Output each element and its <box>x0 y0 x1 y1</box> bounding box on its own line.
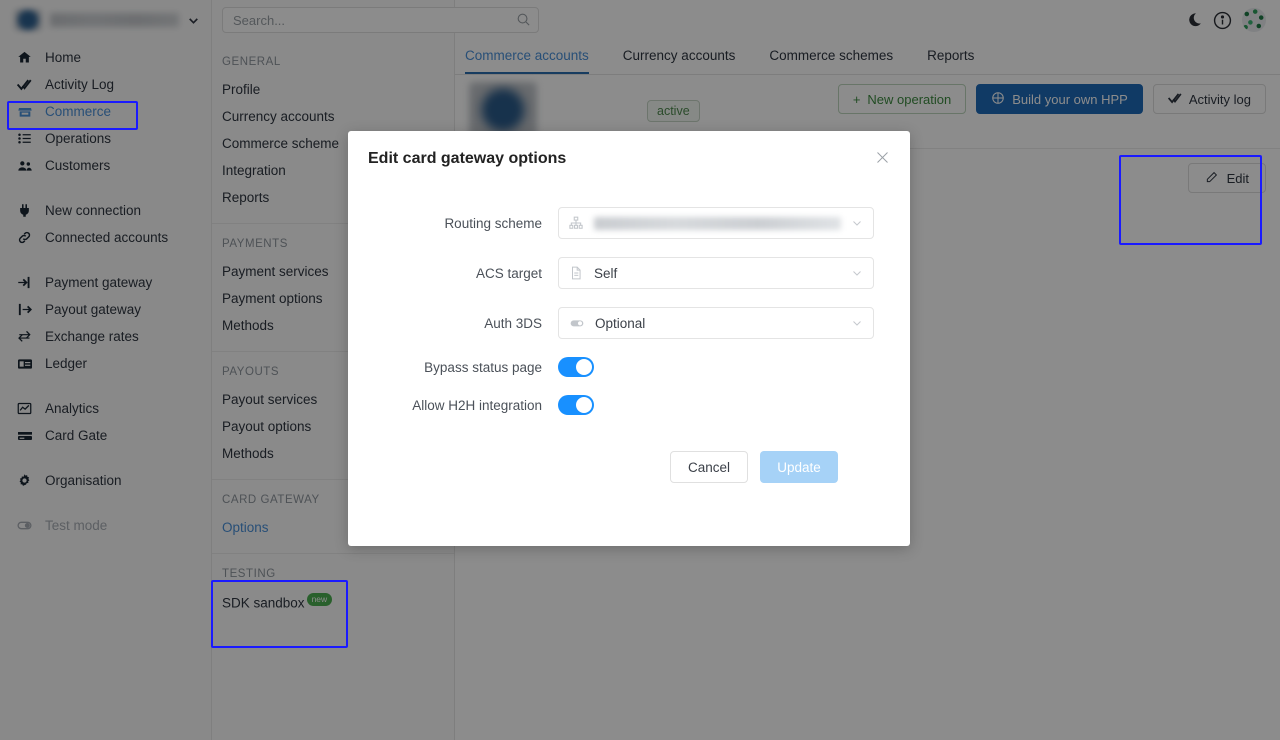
modal-body: Routing scheme ACS target Self Auth 3DS … <box>348 187 910 483</box>
close-icon[interactable] <box>875 150 890 168</box>
acs-target-label: ACS target <box>475 265 542 281</box>
modal-header: Edit card gateway options <box>348 131 910 187</box>
toggle-knob <box>576 397 592 413</box>
acs-target-row: ACS target Self <box>368 257 874 289</box>
modal-footer: Cancel Update <box>368 433 874 483</box>
modal-title: Edit card gateway options <box>368 150 567 167</box>
document-icon <box>569 266 584 280</box>
update-button[interactable]: Update <box>760 451 838 483</box>
acs-target-select[interactable]: Self <box>558 257 874 289</box>
auth-3ds-select[interactable]: Optional <box>558 307 874 339</box>
app-root: Home Activity Log Commerce Operations Cu… <box>0 0 1280 740</box>
sitemap-icon <box>569 216 584 230</box>
edit-card-gateway-modal: Edit card gateway options Routing scheme <box>348 131 910 546</box>
routing-scheme-select[interactable] <box>558 207 874 239</box>
chevron-down-icon <box>851 217 863 229</box>
cancel-button[interactable]: Cancel <box>670 451 748 483</box>
bypass-status-page-label: Bypass status page <box>424 359 542 375</box>
chevron-down-icon <box>851 267 863 279</box>
auth-3ds-row: Auth 3DS Optional <box>368 307 874 339</box>
toggle-knob <box>576 359 592 375</box>
bypass-status-page-row: Bypass status page <box>368 357 874 377</box>
allow-h2h-integration-row: Allow H2H integration <box>368 395 874 415</box>
routing-scheme-row: Routing scheme <box>368 207 874 239</box>
acs-target-value: Self <box>594 265 618 281</box>
toggle-icon <box>569 315 585 331</box>
auth-3ds-value: Optional <box>595 315 646 331</box>
allow-h2h-integration-label: Allow H2H integration <box>412 397 542 413</box>
routing-scheme-label: Routing scheme <box>444 215 542 231</box>
bypass-status-page-toggle[interactable] <box>558 357 594 377</box>
routing-scheme-value <box>594 216 841 230</box>
auth-3ds-label: Auth 3DS <box>484 315 542 331</box>
chevron-down-icon <box>851 317 863 329</box>
allow-h2h-integration-toggle[interactable] <box>558 395 594 415</box>
